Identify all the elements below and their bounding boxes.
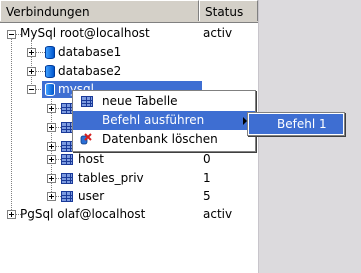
expand-icon[interactable] — [27, 67, 36, 76]
menu-item-label: Datenbank löschen — [102, 132, 218, 146]
database-label: database2 — [58, 64, 122, 78]
collapse-icon[interactable] — [27, 85, 36, 94]
connection-status: activ — [203, 26, 233, 40]
column-header-status[interactable]: Status — [199, 0, 258, 21]
tree-row-pgsql-connection[interactable]: PgSql olaf@localhost activ — [0, 205, 258, 224]
connection-status: activ — [203, 207, 233, 221]
table-label: tables_priv — [78, 171, 144, 185]
menu-item-label: neue Tabelle — [102, 94, 178, 108]
table-row-count: 0 — [203, 152, 211, 166]
menu-item-label: Befehl 1 — [277, 117, 327, 131]
expand-icon[interactable] — [47, 192, 56, 201]
table-label: user — [78, 189, 105, 203]
menu-item-execute-command[interactable]: Befehl ausführen — [73, 111, 255, 130]
expand-icon[interactable] — [47, 155, 56, 164]
table-row-count: 1 — [203, 171, 211, 185]
connection-label: PgSql olaf@localhost — [20, 207, 146, 221]
table-icon — [61, 191, 73, 202]
tree-row-database2[interactable]: database2 — [0, 62, 258, 81]
menu-item-delete-database[interactable]: Datenbank löschen — [73, 130, 255, 149]
tree-header: Verbindungen Status — [0, 0, 258, 23]
menu-item-command-1[interactable]: Befehl 1 — [249, 114, 343, 134]
tree-row-database1[interactable]: database1 — [0, 43, 258, 62]
table-icon — [81, 96, 93, 107]
database-icon — [45, 46, 55, 59]
column-header-connections[interactable]: Verbindungen — [0, 0, 199, 21]
expand-icon[interactable] — [27, 48, 36, 57]
database-icon — [45, 65, 55, 78]
tree-row-mysql-connection[interactable]: MySql root@localhost activ — [0, 24, 258, 43]
database-label: database1 — [58, 45, 122, 59]
expand-icon[interactable] — [7, 210, 16, 219]
delete-database-icon — [80, 133, 92, 145]
tree-row-table-tables-priv[interactable]: tables_priv 1 — [0, 169, 258, 188]
table-icon — [61, 154, 73, 165]
tree-row-table-host[interactable]: host 0 — [0, 150, 258, 169]
table-label: host — [78, 152, 104, 166]
app-window: Verbindungen Status MySql root@localhost… — [0, 0, 361, 273]
expand-icon[interactable] — [47, 174, 56, 183]
menu-item-new-table[interactable]: neue Tabelle — [73, 92, 255, 111]
connection-label: MySql root@localhost — [20, 26, 150, 40]
context-menu: neue Tabelle Befehl ausführen Datenbank … — [72, 90, 256, 152]
expand-icon[interactable] — [47, 123, 56, 132]
right-panel — [259, 0, 361, 273]
expand-icon[interactable] — [47, 104, 56, 113]
submenu: Befehl 1 — [247, 112, 345, 136]
tree-row-table-user[interactable]: user 5 — [0, 187, 258, 206]
table-row-count: 5 — [203, 189, 211, 203]
table-icon — [61, 173, 73, 184]
database-icon — [45, 83, 55, 96]
menu-item-label: Befehl ausführen — [102, 113, 205, 127]
